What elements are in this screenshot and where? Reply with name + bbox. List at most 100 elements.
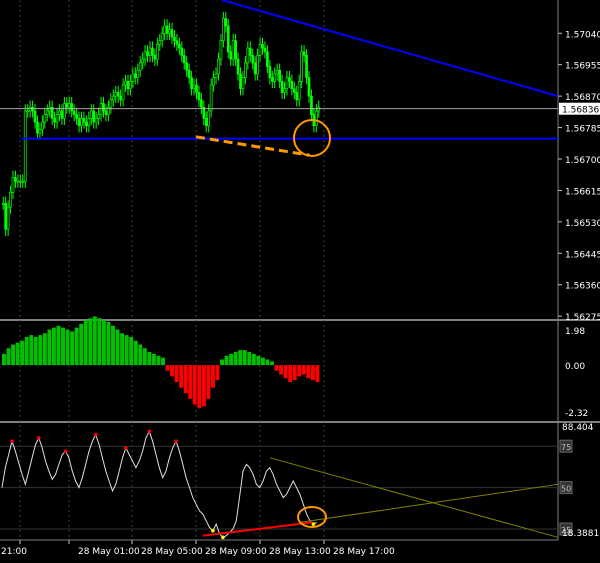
candle-body: [224, 18, 228, 27]
histogram-bar: [101, 320, 106, 366]
candle-body: [155, 44, 159, 60]
histogram-bar: [2, 353, 6, 366]
histogram-bar: [170, 365, 175, 377]
chart-svg[interactable]: 1.57040 1.56955 1.56870 1.56785 1.56700 1.566…: [0, 0, 600, 559]
osc-peak-marker: [147, 429, 152, 434]
candle-body: [33, 110, 37, 123]
histogram-bar: [38, 335, 43, 366]
candle-body: [131, 73, 135, 82]
price-label: 1.56530: [565, 219, 600, 229]
candle-body: [89, 110, 93, 119]
price-label: 1.56360: [565, 282, 600, 292]
candle-body: [26, 110, 30, 113]
candle-body: [275, 69, 279, 75]
histogram-bar: [83, 320, 88, 366]
osc-peak-marker: [10, 439, 14, 444]
histogram-bar: [161, 357, 165, 366]
candle-body: [177, 44, 181, 49]
histogram-bar: [283, 365, 288, 379]
candle-body: [116, 92, 120, 97]
trading-chart[interactable]: 1.57040 1.56955 1.56870 1.56785 1.56700 1.566…: [0, 0, 600, 559]
histogram-bar: [133, 340, 138, 366]
candle-body: [45, 110, 49, 115]
histogram-bar: [201, 365, 206, 407]
histogram-bar: [260, 357, 265, 366]
candle-body: [182, 55, 186, 64]
histogram-label: 0.00: [565, 362, 585, 372]
candle-body: [141, 58, 145, 64]
candle-body: [151, 47, 154, 56]
candle-body: [236, 58, 240, 75]
histogram-bar: [306, 365, 311, 379]
candle-body: [4, 203, 8, 230]
candle-body: [43, 114, 47, 123]
candle-body: [36, 121, 39, 134]
candle-body: [219, 40, 223, 60]
histogram-bar: [79, 323, 84, 366]
candle-body: [129, 80, 132, 90]
histogram-bar: [120, 333, 125, 366]
candle-body: [146, 51, 149, 56]
candle-body: [23, 110, 27, 182]
candle-body: [136, 69, 140, 79]
candle-body: [280, 80, 284, 93]
histogram-bar: [233, 352, 238, 366]
histogram-bar: [301, 365, 306, 375]
candle-body: [234, 40, 237, 60]
histogram-bar: [188, 365, 193, 399]
candle-body: [246, 47, 250, 64]
candle-body: [214, 73, 218, 79]
candle-body: [1, 203, 5, 205]
candle-body: [241, 77, 245, 90]
candle-body: [67, 103, 71, 108]
oscillator-line: [0, 429, 559, 540]
candle-body: [229, 51, 233, 60]
time-axis: 21:00 28 May 01:00 28 May 05:00 28 May 09:0…: [1, 540, 395, 557]
histogram-bar: [165, 365, 170, 371]
osc-level-label: 50: [561, 485, 571, 494]
histogram-bar: [97, 318, 102, 366]
candle-body: [170, 29, 174, 38]
osc-trough-marker: [211, 528, 215, 533]
histogram-bar: [20, 340, 25, 366]
candle-body: [258, 44, 262, 56]
histogram-bar: [65, 329, 70, 366]
candle-body: [160, 32, 164, 42]
osc-peak-marker: [174, 439, 178, 444]
candle-body: [92, 110, 96, 123]
histogram-bar: [11, 344, 16, 366]
candle-body: [231, 40, 235, 60]
candle-body: [310, 95, 313, 115]
histogram-bar: [33, 337, 38, 366]
time-label: 28 May 01:00: [78, 547, 140, 557]
histogram-bar: [310, 365, 315, 381]
time-label: 21:00: [1, 547, 27, 557]
histogram-bar: [192, 365, 197, 405]
candle-body: [94, 117, 98, 123]
candle-body: [121, 84, 125, 101]
price-label: 1.56615: [565, 187, 600, 197]
osc-range-label: 18.3881: [562, 529, 599, 539]
candle-body: [187, 69, 191, 79]
candle-body: [297, 80, 301, 101]
candle-body: [307, 77, 311, 97]
osc-trendline: [299, 483, 559, 523]
time-label: 28 May 13:00: [269, 547, 331, 557]
histogram-bar: [206, 365, 211, 399]
candle-body: [77, 117, 81, 127]
candle-body: [273, 73, 277, 82]
candle-body: [266, 51, 269, 67]
candle-body: [268, 66, 272, 79]
candle-body: [165, 25, 169, 34]
price-label: 1.56445: [565, 250, 600, 260]
candle-body: [212, 77, 215, 86]
histogram-bar: [215, 365, 220, 381]
histogram-bar: [47, 329, 52, 366]
price-label: 1.56785: [565, 125, 600, 135]
candle-body: [292, 88, 296, 93]
candle-body: [104, 110, 108, 115]
histogram-bar: [270, 361, 274, 366]
histogram-bar: [224, 355, 229, 366]
candle-body: [163, 25, 167, 34]
price-label: 1.56275: [565, 313, 600, 323]
